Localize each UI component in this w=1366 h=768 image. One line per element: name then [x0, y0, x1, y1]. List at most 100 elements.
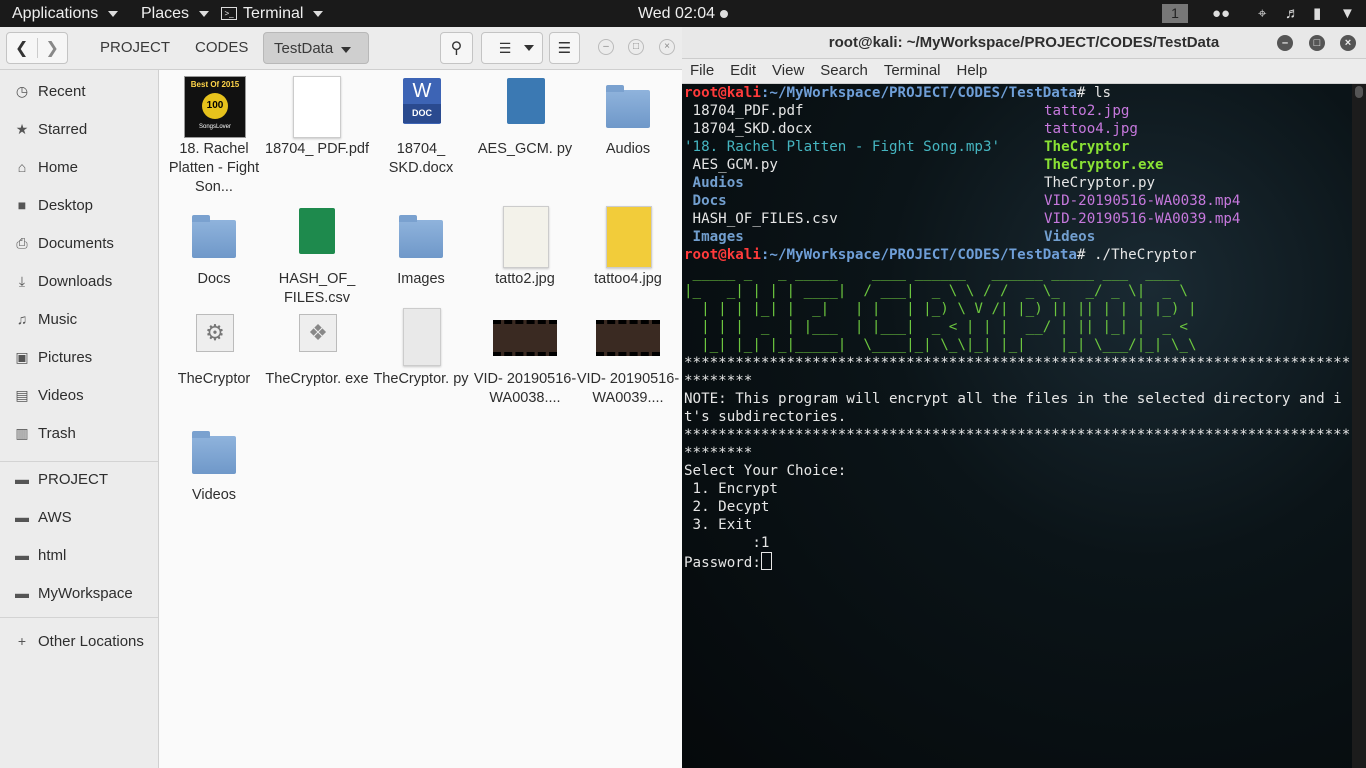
command-text: # ./TheCryptor	[1076, 247, 1197, 263]
trash-icon: ▥	[15, 424, 29, 441]
sidebar-item-recent[interactable]: ◷ Recent	[0, 72, 158, 110]
hamburger-menu-button[interactable]: ☰	[549, 32, 580, 64]
sidebar-item-documents[interactable]: ⎙ Documents	[0, 224, 158, 262]
file-item[interactable]: VID- 20190516- WA0038....	[473, 304, 577, 408]
forward-arrow-icon[interactable]: ❯	[36, 38, 68, 58]
places-label: Places	[141, 5, 190, 22]
file-name: Videos	[191, 487, 237, 503]
ls-entry-name: TheCryptor.exe	[1044, 157, 1164, 173]
sidebar-item-aws[interactable]: ▬ AWS	[0, 498, 158, 536]
sidebar-item-myworkspace[interactable]: ▬ MyWorkspace	[0, 574, 158, 612]
sidebar-item-starred[interactable]: ★ Starred	[0, 110, 158, 148]
ls-entry: Docs	[684, 192, 1044, 210]
file-item[interactable]: HASH_OF_ FILES.csv	[265, 204, 369, 308]
wifi-icon[interactable]: ⌖	[1258, 0, 1266, 27]
scrollbar-thumb[interactable]	[1355, 86, 1363, 98]
terminal-menu-edit[interactable]: Edit	[722, 59, 764, 83]
sidebar-item-label: AWS	[38, 508, 72, 526]
terminal-line: Docs VID-20190516-WA0038.mp4	[684, 192, 1352, 210]
file-item[interactable]: tatto2.jpg	[473, 204, 577, 289]
terminal-output[interactable]: root@kali:~/MyWorkspace/PROJECT/CODES/Te…	[682, 84, 1352, 768]
minimize-icon[interactable]: –	[598, 39, 614, 55]
sidebar-item-downloads[interactable]: ⤓ Downloads	[0, 262, 158, 300]
maximize-icon[interactable]: □	[1309, 35, 1325, 51]
ls-entry-name: Audios	[684, 175, 744, 191]
sidebar-item-pictures[interactable]: ▣ Pictures	[0, 338, 158, 376]
workspace-indicator[interactable]: 1	[1162, 4, 1188, 23]
ls-entry: Videos	[1044, 228, 1095, 246]
sidebar-item-home[interactable]: ⌂ Home	[0, 148, 158, 186]
notification-dot-icon	[720, 9, 729, 18]
close-icon[interactable]: ×	[659, 39, 675, 55]
text-file-icon	[403, 308, 441, 366]
clock-icon: ◷	[15, 82, 29, 99]
users-icon[interactable]: ●●	[1212, 0, 1230, 27]
file-item[interactable]: Videos	[162, 420, 266, 505]
file-item[interactable]: ⚙ TheCryptor	[162, 304, 266, 389]
terminal-menu-terminal[interactable]: Terminal	[876, 59, 949, 83]
breadcrumb-testdata-label: TestData	[274, 40, 334, 57]
view-options-button[interactable]: ☰	[481, 32, 543, 64]
desktop-icon: ■	[17, 197, 27, 213]
ls-entry: VID-20190516-WA0038.mp4	[1044, 192, 1240, 210]
file-item[interactable]: W DOC 18704_ SKD.docx	[369, 74, 473, 178]
clock[interactable]: Wed 02:04	[638, 5, 715, 22]
maximize-icon[interactable]: □	[628, 39, 644, 55]
terminal-menu-view[interactable]: View	[764, 59, 812, 83]
file-name: 18704_ PDF.pdf	[265, 141, 369, 157]
ascii-banner-line: |_| |_| |_|_____| \____|_| \_\|_| |_| |_…	[684, 337, 1197, 353]
file-icon-box	[596, 204, 660, 268]
file-item[interactable]: 18704_ PDF.pdf	[265, 74, 369, 159]
minimize-icon[interactable]: –	[1277, 35, 1293, 51]
applications-menu[interactable]: Applications	[12, 0, 119, 27]
file-item[interactable]: tattoo4.jpg	[576, 204, 680, 289]
video-thumbnail-icon	[596, 320, 660, 356]
terminal-app-menu[interactable]: >_ Terminal	[221, 0, 324, 27]
file-icon-grid: Best Of 2015 100 SongsLover 18. Rachel Plat…	[159, 70, 682, 768]
folder-icon	[192, 431, 236, 474]
sidebar-item-label: Documents	[38, 234, 114, 252]
album-art-title: Best Of 2015	[190, 80, 240, 89]
folder-icon: ▬	[15, 471, 29, 487]
sidebar-item-project[interactable]: ▬ PROJECT	[0, 460, 158, 498]
file-item[interactable]: Docs	[162, 204, 266, 289]
terminal-menu-file[interactable]: File	[682, 59, 722, 83]
close-icon[interactable]: ×	[1340, 35, 1356, 51]
terminal-line: _____ _ _ _____ ____ ______ ______ _____…	[684, 264, 1352, 282]
power-menu-icon[interactable]: ▼	[1340, 0, 1355, 27]
file-name: tattoo4.jpg	[594, 271, 662, 287]
sidebar-item-music[interactable]: ♫ Music	[0, 300, 158, 338]
menu-option: 2. Decypt	[684, 499, 770, 515]
sidebar-item-trash[interactable]: ▥ Trash	[0, 414, 158, 452]
ls-entry-name: tatto2.jpg	[1044, 103, 1130, 119]
file-item[interactable]: Audios	[576, 74, 680, 159]
file-item[interactable]: Images	[369, 204, 473, 289]
file-item[interactable]: VID- 20190516- WA0039....	[576, 304, 680, 408]
file-icon-box	[285, 204, 349, 268]
places-menu[interactable]: Places	[141, 0, 210, 27]
file-item[interactable]: TheCryptor. py	[369, 304, 473, 389]
terminal-scrollbar[interactable]	[1352, 84, 1366, 768]
folder-icon	[399, 215, 443, 258]
terminal-menu-search[interactable]: Search	[812, 59, 876, 83]
search-button[interactable]: ⚲	[440, 32, 473, 64]
search-icon: ⚲	[450, 40, 463, 57]
breadcrumb-testdata[interactable]: TestData	[263, 32, 369, 64]
back-arrow-icon[interactable]: ❮	[7, 38, 37, 58]
sidebar-item-html[interactable]: ▬ html	[0, 536, 158, 574]
battery-icon[interactable]: ▮	[1313, 0, 1321, 27]
sidebar-item-videos[interactable]: ▤ Videos	[0, 376, 158, 414]
ls-entry: HASH_OF_FILES.csv	[684, 210, 1044, 228]
terminal-menu-help[interactable]: Help	[949, 59, 996, 83]
file-item[interactable]: Best Of 2015 100 SongsLover 18. Rachel Plat…	[162, 74, 266, 197]
ls-entry-name: 18704_SKD.docx	[684, 121, 813, 137]
file-item[interactable]: AES_GCM. py	[473, 74, 577, 159]
volume-icon[interactable]: ♬	[1285, 0, 1300, 27]
sidebar-item-desktop[interactable]: ■ Desktop	[0, 186, 158, 224]
breadcrumb-project[interactable]: PROJECT	[100, 32, 170, 64]
plus-icon: +	[17, 633, 27, 649]
breadcrumb-codes[interactable]: CODES	[195, 32, 248, 64]
sidebar-item-other-locations[interactable]: + Other Locations	[0, 622, 158, 660]
pdf-thumbnail-icon	[293, 76, 341, 138]
file-item[interactable]: ❖ TheCryptor. exe	[265, 304, 369, 389]
